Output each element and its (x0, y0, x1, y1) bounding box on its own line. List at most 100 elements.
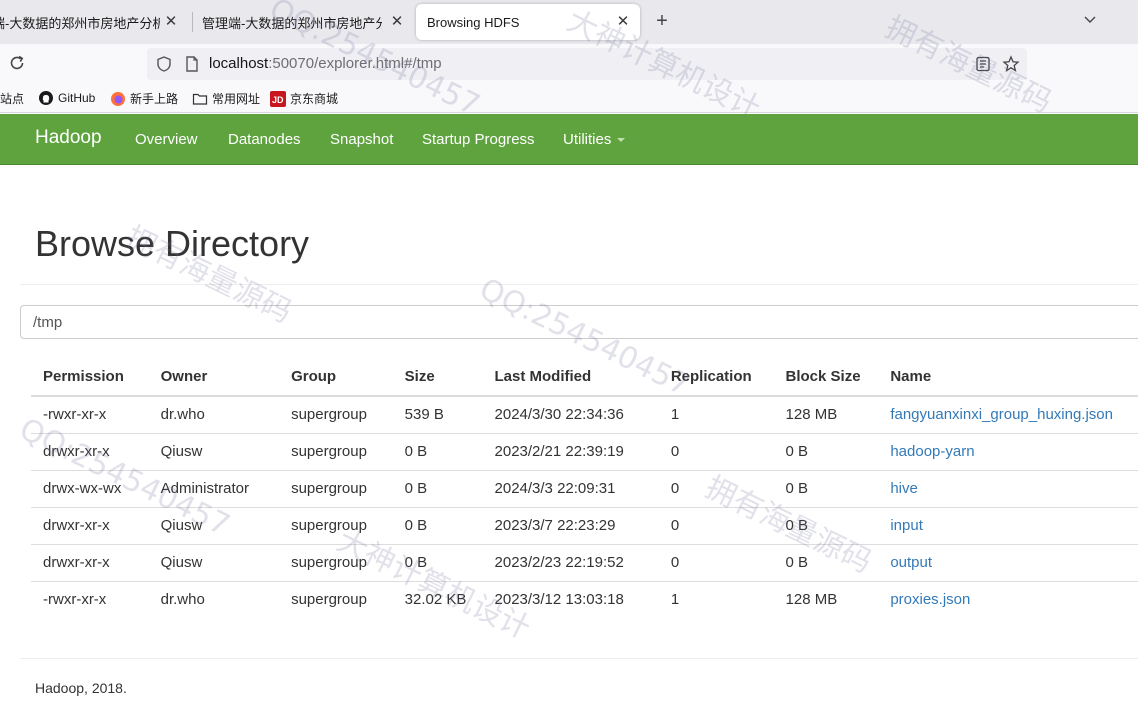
cell-size: 32.02 KB (392, 580, 483, 618)
cell-last-modified: 2023/3/12 13:03:18 (482, 580, 659, 618)
bookmark-item[interactable]: 站点 (0, 90, 24, 107)
bookmark-item[interactable]: GitHub (38, 90, 95, 106)
cell-permission: drwxr-xr-x (31, 506, 149, 544)
nav-snapshot[interactable]: Snapshot (330, 131, 393, 148)
browser-toolbar: localhost:50070/explorer.html#/tmp (0, 44, 1138, 84)
star-icon[interactable] (1002, 55, 1020, 73)
cell-owner: Administrator (148, 469, 280, 507)
column-header[interactable]: Group (279, 358, 393, 397)
cell-block-size: 128 MB (773, 395, 879, 433)
column-header[interactable]: Name (878, 358, 1138, 397)
column-header[interactable]: Owner (148, 358, 280, 397)
column-header[interactable]: Permission (31, 358, 149, 397)
svg-text:JD: JD (272, 95, 284, 105)
table-row: drwx-wx-wx Administrator supergroup 0 B … (31, 469, 1138, 507)
cell-permission: drwx-wx-wx (31, 469, 149, 507)
close-icon[interactable]: ✕ (162, 13, 180, 31)
cell-size: 539 B (392, 395, 483, 433)
close-icon[interactable]: ✕ (614, 13, 632, 31)
table-row: -rwxr-xr-x dr.who supergroup 539 B 2024/… (31, 395, 1138, 433)
cell-replication: 0 (658, 506, 774, 544)
browser-tab-strip: 端-大数据的郑州市房地产分析 ✕ 管理端-大数据的郑州市房地产分析- ✕ Bro… (0, 0, 1138, 44)
bookmark-label: 新手上路 (130, 92, 179, 106)
nav-startup-progress[interactable]: Startup Progress (422, 131, 535, 148)
cell-last-modified: 2023/2/23 22:19:52 (482, 543, 659, 581)
cell-size: 0 B (392, 543, 483, 581)
url-text[interactable]: localhost:50070/explorer.html#/tmp (209, 55, 442, 72)
column-header[interactable]: Last Modified (482, 358, 659, 397)
brand-link[interactable]: Hadoop (35, 127, 102, 149)
bookmark-item[interactable]: 常用网址 (192, 90, 260, 107)
directory-link[interactable]: hadoop-yarn (890, 443, 974, 460)
firefox-icon (110, 91, 126, 107)
cell-last-modified: 2024/3/30 22:34:36 (482, 395, 659, 433)
cell-block-size: 128 MB (773, 580, 879, 618)
reader-view-icon[interactable] (974, 55, 992, 73)
cell-name: hive (878, 469, 1138, 507)
cell-permission: -rwxr-xr-x (31, 395, 149, 433)
cell-group: supergroup (279, 506, 393, 544)
table-row: -rwxr-xr-x dr.who supergroup 32.02 KB 20… (31, 580, 1138, 618)
page-footer: Hadoop, 2018. (35, 680, 127, 696)
cell-size: 0 B (392, 506, 483, 544)
cell-name: input (878, 506, 1138, 544)
caret-down-icon (617, 138, 626, 143)
table-header-row: Permission Owner Group Size Last Modifie… (31, 358, 1138, 397)
column-header[interactable]: Size (392, 358, 483, 397)
browser-tab-1[interactable]: 端-大数据的郑州市房地产分析 ✕ (0, 4, 188, 40)
cell-size: 0 B (392, 432, 483, 470)
url-path: :50070/explorer.html#/tmp (268, 55, 442, 72)
column-header[interactable]: Replication (658, 358, 774, 397)
cell-last-modified: 2024/3/3 22:09:31 (482, 469, 659, 507)
cell-size: 0 B (392, 469, 483, 507)
page-icon[interactable] (183, 55, 201, 73)
column-header[interactable]: Block Size (773, 358, 879, 397)
close-icon[interactable]: ✕ (388, 13, 406, 31)
cell-block-size: 0 B (773, 432, 879, 470)
cell-group: supergroup (279, 432, 393, 470)
cell-group: supergroup (279, 469, 393, 507)
bookmark-label: 京东商城 (290, 92, 339, 106)
reload-icon[interactable] (8, 54, 28, 74)
chevron-down-icon[interactable] (1080, 10, 1100, 32)
cell-name: proxies.json (878, 580, 1138, 618)
bookmark-item[interactable]: JD 京东商城 (270, 90, 338, 107)
bookmark-label: GitHub (58, 91, 96, 105)
cell-group: supergroup (279, 395, 393, 433)
cell-block-size: 0 B (773, 506, 879, 544)
cell-permission: -rwxr-xr-x (31, 580, 149, 618)
bookmark-label: 站点 (0, 92, 25, 106)
cell-replication: 1 (658, 580, 774, 618)
cell-replication: 0 (658, 432, 774, 470)
cell-replication: 0 (658, 469, 774, 507)
bookmark-label: 常用网址 (212, 92, 261, 106)
cell-block-size: 0 B (773, 543, 879, 581)
directory-link[interactable]: output (890, 554, 932, 571)
nav-datanodes[interactable]: Datanodes (228, 131, 301, 148)
cell-group: supergroup (279, 543, 393, 581)
nav-overview[interactable]: Overview (135, 131, 198, 148)
directory-link[interactable]: hive (890, 480, 918, 497)
bookmark-item[interactable]: 新手上路 (110, 90, 178, 107)
address-bar[interactable]: localhost:50070/explorer.html#/tmp (147, 48, 1027, 80)
cell-permission: drwxr-xr-x (31, 432, 149, 470)
table-row: drwxr-xr-x Qiusw supergroup 0 B 2023/2/2… (31, 432, 1138, 470)
divider (20, 658, 1138, 659)
nav-utilities-dropdown[interactable]: Utilities (563, 131, 626, 148)
hadoop-navbar: Hadoop Overview Datanodes Snapshot Start… (0, 114, 1138, 165)
cell-owner: Qiusw (148, 432, 280, 470)
browser-tab-active[interactable]: Browsing HDFS ✕ (416, 4, 640, 40)
shield-icon[interactable] (155, 55, 173, 73)
cell-owner: Qiusw (148, 506, 280, 544)
cell-block-size: 0 B (773, 469, 879, 507)
directory-link[interactable]: input (890, 517, 923, 534)
tab-title: Browsing HDFS (427, 14, 520, 30)
directory-path-input[interactable] (20, 305, 1138, 339)
cell-owner: Qiusw (148, 543, 280, 581)
file-link[interactable]: proxies.json (890, 591, 970, 608)
divider (20, 284, 1138, 285)
browser-tab-2[interactable]: 管理端-大数据的郑州市房地产分析- ✕ (192, 4, 414, 40)
new-tab-button[interactable]: + (651, 10, 673, 32)
file-link[interactable]: fangyuanxinxi_group_huxing.json (890, 406, 1113, 423)
cell-replication: 0 (658, 543, 774, 581)
